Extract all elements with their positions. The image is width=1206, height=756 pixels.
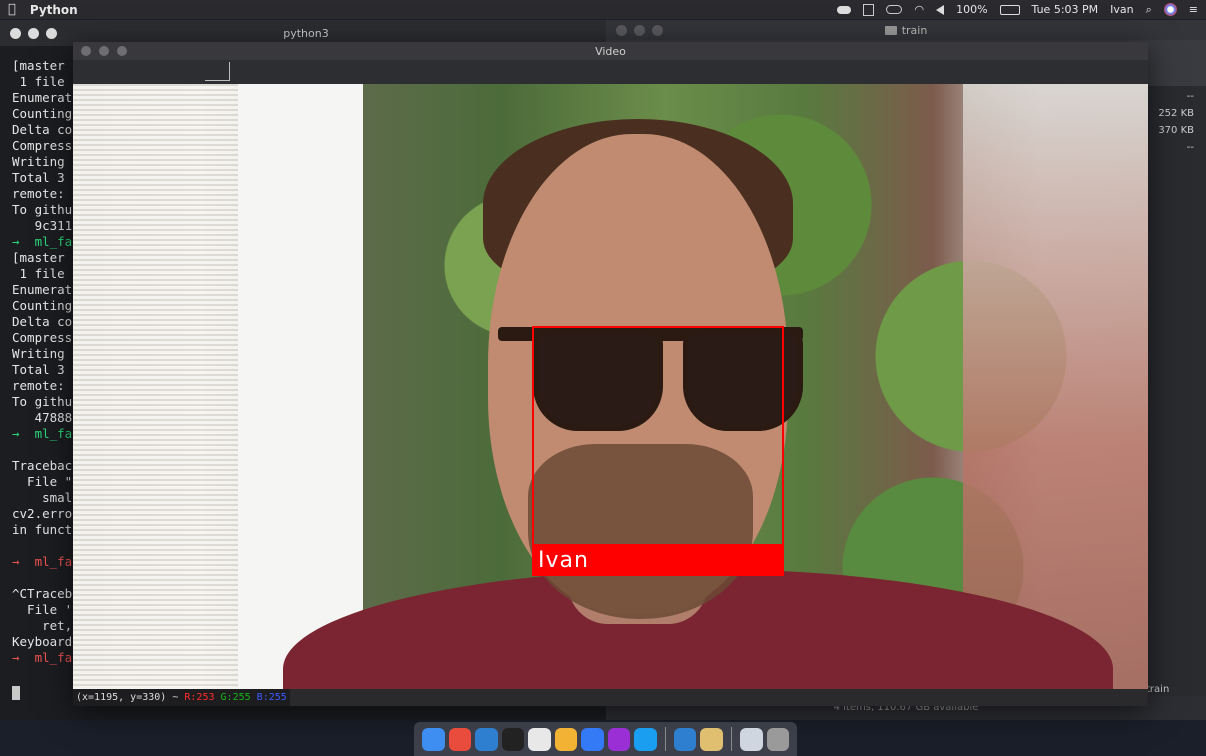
terminal-icon[interactable] xyxy=(501,727,525,751)
video-titlebar[interactable]: Video xyxy=(73,42,1148,60)
apple-menu-icon[interactable]:  xyxy=(8,2,16,17)
dock-separator xyxy=(664,727,666,751)
red-value: R:253 xyxy=(184,692,215,703)
file-size: -- xyxy=(1186,142,1194,153)
clock[interactable]: Tue 5:03 PM xyxy=(1032,3,1099,16)
cursor-coordinates: (x=1195, y=330) ~ xyxy=(76,692,179,703)
sequel-icon[interactable] xyxy=(554,727,578,751)
finder-close-button[interactable] xyxy=(616,25,627,36)
finder-minimize-button[interactable] xyxy=(634,25,645,36)
video-toolbar xyxy=(73,60,1148,84)
finder-window-controls xyxy=(616,25,663,36)
blue-value: B:255 xyxy=(256,692,287,703)
search-icon[interactable]: ⌕ xyxy=(1146,3,1152,17)
finder-icon[interactable] xyxy=(422,727,445,751)
file-size: -- xyxy=(1186,91,1194,102)
pixel-readout: (x=1195, y=330) ~ R:253 G:255 B:255 xyxy=(73,689,290,706)
cloud-icon[interactable] xyxy=(837,5,852,14)
dock xyxy=(414,722,797,756)
status-area: ◠ 100% Tue 5:03 PM Ivan ⌕ ≡ xyxy=(837,3,1198,17)
finder-zoom-button[interactable] xyxy=(652,25,663,36)
file-size: 252 KB xyxy=(1158,108,1194,119)
face-detection-box xyxy=(532,326,784,546)
vscode-icon[interactable] xyxy=(475,727,498,751)
video-window-controls xyxy=(81,46,127,56)
video-window: Video Ivan (x=1195, y=330) ~ R:253 G:255… xyxy=(73,42,1148,706)
folder-icon xyxy=(884,25,897,35)
file-size: 370 KB xyxy=(1158,125,1194,136)
finder-path-label[interactable]: train xyxy=(1142,684,1206,695)
trash-icon[interactable] xyxy=(766,727,790,751)
glasses-icon[interactable] xyxy=(886,5,903,14)
terminal-title: python3 xyxy=(283,26,329,40)
pen-icon[interactable] xyxy=(700,727,723,751)
document-icon[interactable] xyxy=(863,3,875,16)
face-name-label: Ivan xyxy=(532,546,784,576)
preview-icon[interactable] xyxy=(739,727,763,751)
video-frame[interactable]: Ivan xyxy=(73,84,1148,689)
video-status-bar: (x=1195, y=330) ~ R:253 G:255 B:255 xyxy=(73,689,1148,706)
wifi-icon[interactable]: ◠ xyxy=(914,3,924,16)
chrome-icon[interactable] xyxy=(448,727,472,751)
slack-icon[interactable] xyxy=(528,727,551,751)
video-zoom-button[interactable] xyxy=(117,46,127,56)
close-button[interactable] xyxy=(10,28,21,39)
window-blinds xyxy=(73,84,243,689)
volume-icon[interactable] xyxy=(936,4,945,15)
notification-center-icon[interactable]: ≡ xyxy=(1189,3,1198,16)
battery-percent: 100% xyxy=(956,3,988,16)
zoom-button[interactable] xyxy=(46,28,57,39)
green-value: G:255 xyxy=(220,692,251,703)
wall xyxy=(238,84,363,689)
video-title: Video xyxy=(595,44,626,58)
vscode-icon[interactable] xyxy=(673,727,697,751)
siri-icon[interactable] xyxy=(1163,3,1177,16)
terminal-cursor xyxy=(12,682,20,701)
user-menu[interactable]: Ivan xyxy=(1110,3,1133,16)
maps-icon[interactable] xyxy=(581,727,604,751)
window-controls xyxy=(10,28,57,39)
battery-icon[interactable] xyxy=(999,4,1020,15)
finder-size-column: -- 252 KB 370 KB -- xyxy=(1146,88,1206,156)
finder-titlebar[interactable]: train xyxy=(606,20,1206,40)
toolbar-button[interactable] xyxy=(205,62,230,81)
dock-separator xyxy=(731,727,732,751)
video-close-button[interactable] xyxy=(81,46,91,56)
finder-title: train xyxy=(901,23,928,37)
phpstorm-icon[interactable] xyxy=(607,727,631,751)
menu-bar:  Python ◠ 100% Tue 5:03 PM Ivan ⌕ ≡ xyxy=(0,0,1206,19)
skype-icon[interactable] xyxy=(634,727,657,751)
minimize-button[interactable] xyxy=(28,28,39,39)
app-menu-python[interactable]: Python xyxy=(30,3,78,17)
video-minimize-button[interactable] xyxy=(99,46,109,56)
